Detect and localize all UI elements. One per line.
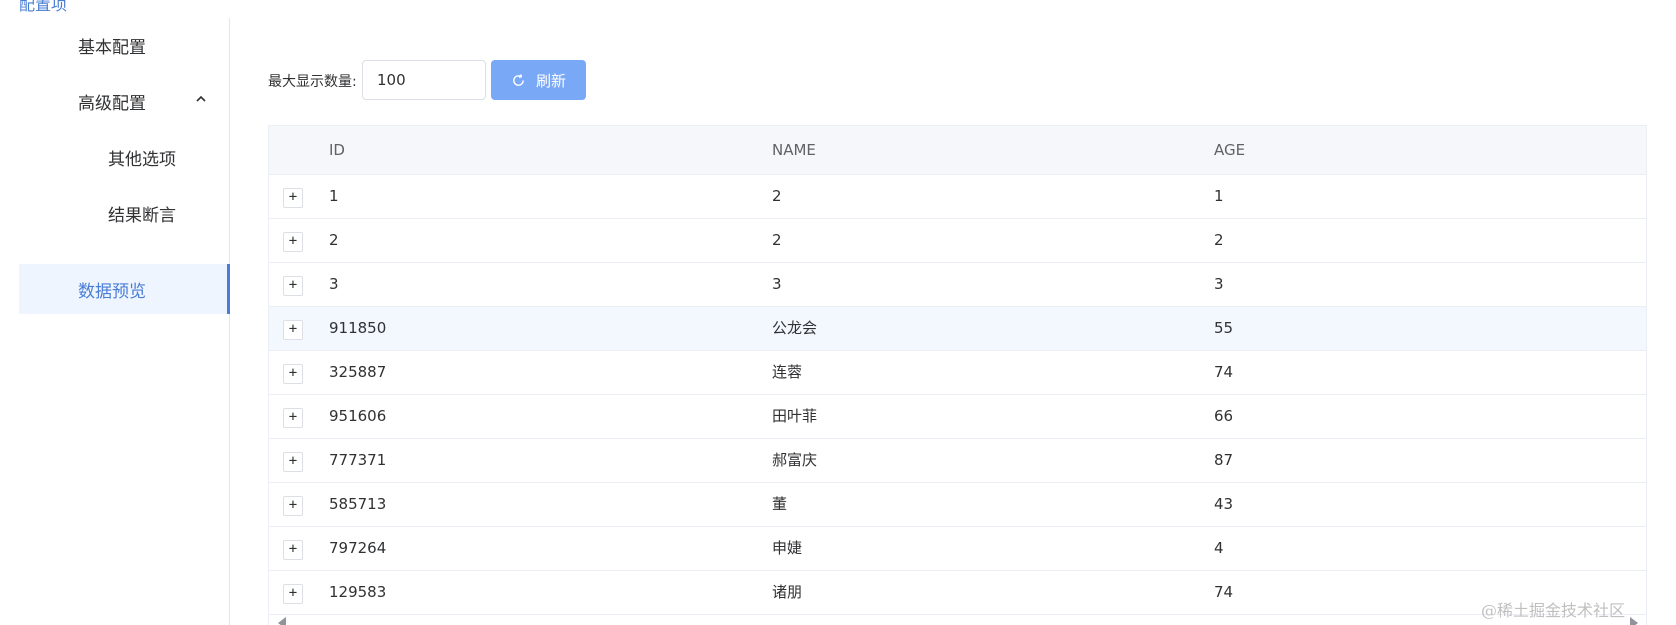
expand-row-button[interactable]: + — [283, 232, 303, 252]
cell-age: 2 — [1214, 231, 1224, 249]
sidebar-item-advanced-config[interactable]: 高级配置 — [19, 76, 230, 126]
expand-row-button[interactable]: + — [283, 584, 303, 604]
table-row[interactable]: + 951606 田叶菲 66 — [269, 395, 1646, 439]
expand-row-button[interactable]: + — [283, 540, 303, 560]
table-row[interactable]: + 1 2 1 — [269, 175, 1646, 219]
cell-age: 4 — [1214, 539, 1224, 557]
data-table: ID NAME AGE + 1 2 1 + 2 2 2 + 3 3 3 + 91… — [268, 125, 1647, 625]
sidebar-item-data-preview[interactable]: 数据预览 — [19, 264, 230, 314]
cell-id: 325887 — [329, 363, 387, 381]
expand-row-button[interactable]: + — [283, 320, 303, 340]
sidebar-item-label: 其他选项 — [108, 149, 176, 170]
sidebar-item-label: 结果断言 — [108, 205, 176, 226]
refresh-button[interactable]: 刷新 — [491, 60, 586, 100]
cell-id: 2 — [329, 231, 339, 249]
cell-name: 连蓉 — [772, 363, 803, 381]
cell-name: 诸朋 — [772, 583, 803, 601]
table-row[interactable]: + 129583 诸朋 74 — [269, 571, 1646, 615]
table-row-hovered[interactable]: + 911850 公龙会 55 — [269, 307, 1646, 351]
table-row[interactable]: + 325887 连蓉 74 — [269, 351, 1646, 395]
sidebar-item-label: 数据预览 — [78, 281, 146, 302]
cell-id: 777371 — [329, 451, 387, 469]
cell-name: 公龙会 — [772, 319, 818, 337]
refresh-button-label: 刷新 — [535, 71, 566, 90]
sidebar-menu: 基本配置 高级配置 其他选项 结果断言 数据预览 — [0, 18, 230, 625]
scroll-left-arrow[interactable] — [278, 617, 286, 625]
cell-id: 797264 — [329, 539, 387, 557]
cell-name: 郝富庆 — [772, 451, 818, 469]
cell-id: 129583 — [329, 583, 387, 601]
cell-id: 1 — [329, 187, 339, 205]
table-row[interactable]: + 797264 申婕 4 — [269, 527, 1646, 571]
expand-row-button[interactable]: + — [283, 408, 303, 428]
scroll-right-arrow[interactable] — [1630, 617, 1638, 625]
expand-row-button[interactable]: + — [283, 188, 303, 208]
cell-age: 74 — [1214, 363, 1234, 381]
table-row[interactable]: + 777371 郝富庆 87 — [269, 439, 1646, 483]
cell-id: 3 — [329, 275, 339, 293]
table-header: ID NAME AGE — [269, 126, 1646, 175]
watermark: @稀土掘金技术社区 — [1481, 601, 1626, 620]
cell-name: 田叶菲 — [772, 407, 818, 425]
app: 配置项 基本配置 高级配置 其他选项 结果断言 数据预览 最大显示数量: 刷新 — [0, 0, 1676, 625]
sidebar-item-basic-config[interactable]: 基本配置 — [19, 20, 230, 70]
chevron-up-icon — [196, 95, 206, 102]
expand-row-button[interactable]: + — [283, 364, 303, 384]
cell-id: 951606 — [329, 407, 387, 425]
table-row[interactable]: + 2 2 2 — [269, 219, 1646, 263]
table-row[interactable]: + 3 3 3 — [269, 263, 1646, 307]
cell-name: 3 — [772, 275, 782, 293]
cell-age: 74 — [1214, 583, 1234, 601]
breadcrumb: 配置项 — [19, 0, 68, 14]
cell-name: 董 — [772, 495, 788, 513]
cell-age: 1 — [1214, 187, 1224, 205]
sidebar-item-label: 基本配置 — [78, 37, 146, 58]
column-header-age[interactable]: AGE — [1214, 126, 1245, 174]
expand-row-button[interactable]: + — [283, 452, 303, 472]
cell-age: 66 — [1214, 407, 1234, 425]
cell-age: 43 — [1214, 495, 1234, 513]
column-header-name[interactable]: NAME — [772, 126, 816, 174]
cell-name: 2 — [772, 231, 782, 249]
table-row[interactable]: + 585713 董 43 — [269, 483, 1646, 527]
sidebar-item-result-assertion[interactable]: 结果断言 — [19, 188, 230, 238]
max-count-input[interactable] — [362, 60, 486, 100]
cell-age: 3 — [1214, 275, 1224, 293]
cell-age: 55 — [1214, 319, 1234, 337]
sidebar-item-label: 高级配置 — [78, 93, 146, 114]
expand-row-button[interactable]: + — [283, 496, 303, 516]
column-header-id[interactable]: ID — [329, 126, 345, 174]
cell-name: 2 — [772, 187, 782, 205]
refresh-icon — [513, 73, 524, 86]
cell-name: 申婕 — [772, 539, 803, 557]
cell-id: 585713 — [329, 495, 387, 513]
sidebar-item-other-options[interactable]: 其他选项 — [19, 132, 230, 182]
max-count-label: 最大显示数量: — [268, 74, 357, 90]
expand-row-button[interactable]: + — [283, 276, 303, 296]
cell-age: 87 — [1214, 451, 1234, 469]
cell-id: 911850 — [329, 319, 387, 337]
